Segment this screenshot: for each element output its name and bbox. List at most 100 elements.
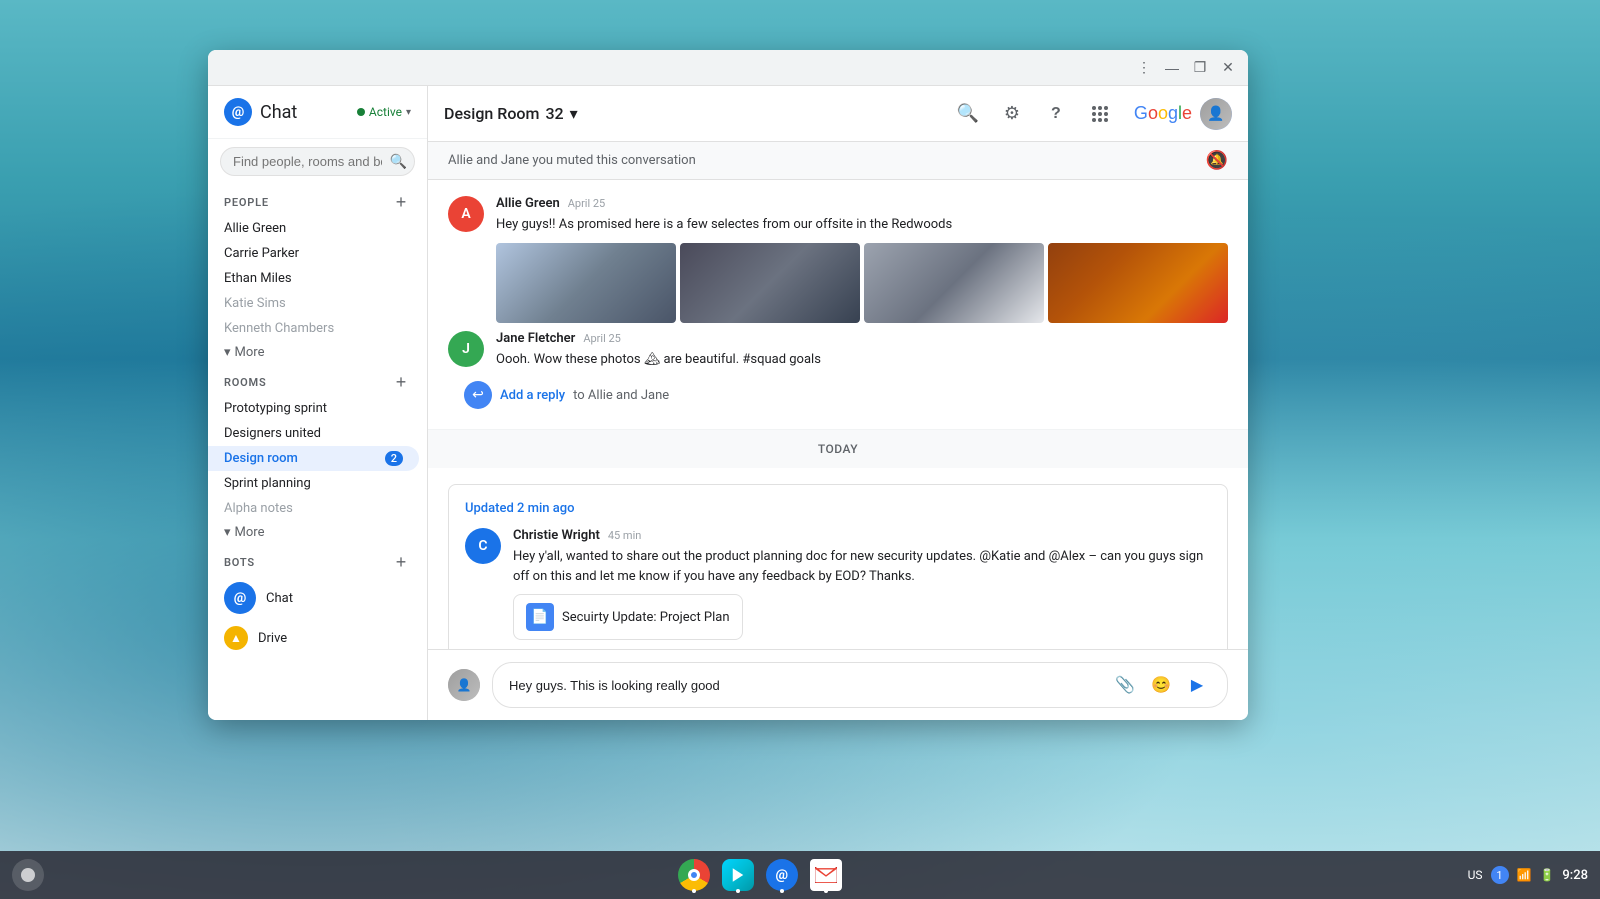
message-row-christie: C Christie Wright 45 min Hey y'all, want… xyxy=(465,528,1211,640)
close-button[interactable]: ✕ xyxy=(1216,56,1240,80)
reply-row: ↩ Add a reply to Allie and Jane xyxy=(448,377,1228,413)
sidebar-item-katie-sims[interactable]: Katie Sims xyxy=(208,291,419,316)
emoji-button[interactable]: 😊 xyxy=(1147,671,1175,699)
rooms-more-button[interactable]: ▾ More xyxy=(208,521,427,544)
taskbar-play-store[interactable] xyxy=(718,855,758,895)
app-indicator xyxy=(780,889,784,893)
taskbar-gmail[interactable] xyxy=(806,855,846,895)
help-button[interactable]: ? xyxy=(1038,96,1074,132)
sidebar-item-carrie-parker[interactable]: Carrie Parker xyxy=(208,241,419,266)
avatar-allie: A xyxy=(448,196,484,232)
people-section-title: PEOPLE xyxy=(224,196,269,209)
person-name: Allie Green xyxy=(224,221,286,236)
sidebar-item-sprint-planning[interactable]: Sprint planning xyxy=(208,471,419,496)
muted-text: Allie and Jane you muted this conversati… xyxy=(448,153,696,168)
chat-bot-icon: @ xyxy=(224,582,256,614)
app-window: ⋮ — ❐ ✕ @ Chat Active ▾ 🔍 xyxy=(208,50,1248,720)
sidebar-item-ethan-miles[interactable]: Ethan Miles xyxy=(208,266,419,291)
msg-header: Jane Fletcher April 25 xyxy=(496,331,1228,346)
sidebar-item-designers-united[interactable]: Designers united xyxy=(208,421,419,446)
taskbar-time: 9:28 xyxy=(1562,868,1588,883)
google-brand: Google xyxy=(1134,103,1192,124)
bots-section-title: BOTS xyxy=(224,556,255,569)
rooms-more-label: More xyxy=(235,525,265,540)
sidebar-item-chat-bot[interactable]: @ Chat xyxy=(208,576,427,620)
sidebar-app-title: Chat xyxy=(260,102,297,123)
person-name: Ethan Miles xyxy=(224,271,292,286)
sidebar-item-allie-green[interactable]: Allie Green xyxy=(208,216,419,241)
wifi-icon: 📶 xyxy=(1517,868,1532,882)
message-thread-old: A Allie Green April 25 Hey guys!! As pro… xyxy=(428,180,1248,430)
date-label: TODAY xyxy=(818,442,858,456)
attach-button[interactable]: 📎 xyxy=(1111,671,1139,699)
reply-to-label: to Allie and Jane xyxy=(573,388,669,403)
people-more-button[interactable]: ▾ More xyxy=(208,341,427,364)
sidebar-item-alpha-notes[interactable]: Alpha notes xyxy=(208,496,419,521)
search-button[interactable]: 🔍 xyxy=(950,96,986,132)
message-row-jane: J Jane Fletcher April 25 Oooh. Wow these… xyxy=(448,331,1228,370)
add-room-button[interactable]: + xyxy=(391,372,411,392)
msg-author: Christie Wright xyxy=(513,528,600,543)
room-name: Prototyping sprint xyxy=(224,401,327,416)
sidebar-item-drive-bot[interactable]: ▲ Drive xyxy=(208,620,427,656)
doc-name: Secuirty Update: Project Plan xyxy=(562,610,730,625)
settings-button[interactable]: ⚙ xyxy=(994,96,1030,132)
chevron-down-icon: ▾ xyxy=(224,525,231,540)
msg-author: Allie Green xyxy=(496,196,560,211)
launcher-button[interactable] xyxy=(12,859,44,891)
app-indicator xyxy=(692,889,696,893)
sidebar-item-prototyping-sprint[interactable]: Prototyping sprint xyxy=(208,396,419,421)
person-name: Carrie Parker xyxy=(224,246,299,261)
doc-icon: 📄 xyxy=(526,603,554,631)
title-bar: ⋮ — ❐ ✕ xyxy=(208,50,1248,86)
msg-header: Christie Wright 45 min xyxy=(513,528,1211,543)
photo-item-1[interactable] xyxy=(496,243,676,323)
search-icon: 🔍 xyxy=(390,154,407,170)
user-avatar[interactable]: 👤 xyxy=(1200,98,1232,130)
gmail-icon xyxy=(810,859,842,891)
grid-icon xyxy=(1092,106,1108,122)
member-count: 32 xyxy=(545,104,563,123)
chevron-down-icon: ▾ xyxy=(570,104,578,123)
sidebar-item-kenneth-chambers[interactable]: Kenneth Chambers xyxy=(208,316,419,341)
muted-notice: Allie and Jane you muted this conversati… xyxy=(428,142,1248,180)
msg-time: April 25 xyxy=(583,332,621,345)
chat-input[interactable] xyxy=(509,678,1111,693)
doc-attachment[interactable]: 📄 Secuirty Update: Project Plan xyxy=(513,594,743,640)
photo-item-2[interactable] xyxy=(680,243,860,323)
active-status[interactable]: Active ▾ xyxy=(357,105,411,119)
apps-button[interactable] xyxy=(1082,96,1118,132)
chat-header: Design Room 32 ▾ 🔍 ⚙ ? xyxy=(428,86,1248,142)
sidebar-header: @ Chat Active ▾ xyxy=(208,86,427,139)
app-body: @ Chat Active ▾ 🔍 PEOPLE + Allie Green xyxy=(208,86,1248,720)
taskbar-chat[interactable]: @ xyxy=(762,855,802,895)
bots-section-header: BOTS + xyxy=(208,544,427,576)
room-name: Alpha notes xyxy=(224,501,293,516)
chat-room-name[interactable]: Design Room 32 ▾ xyxy=(444,104,578,123)
photo-item-4[interactable] xyxy=(1048,243,1228,323)
photo-item-3[interactable] xyxy=(864,243,1044,323)
taskbar-chrome[interactable] xyxy=(674,855,714,895)
search-input[interactable] xyxy=(220,147,415,176)
msg-content-jane: Jane Fletcher April 25 Oooh. Wow these p… xyxy=(496,331,1228,370)
add-person-button[interactable]: + xyxy=(391,192,411,212)
msg-content-christie: Christie Wright 45 min Hey y'all, wanted… xyxy=(513,528,1211,640)
reply-icon: ↩ xyxy=(464,381,492,409)
bot-name: Drive xyxy=(258,631,287,646)
msg-time: April 25 xyxy=(568,197,606,210)
sidebar-item-design-room[interactable]: Design room 2 xyxy=(208,446,419,471)
more-options-button[interactable]: ⋮ xyxy=(1132,56,1156,80)
photo-grid xyxy=(496,243,1228,323)
maximize-button[interactable]: ❐ xyxy=(1188,56,1212,80)
add-bot-button[interactable]: + xyxy=(391,552,411,572)
send-button[interactable]: ▶ xyxy=(1183,671,1211,699)
sidebar: @ Chat Active ▾ 🔍 PEOPLE + Allie Green xyxy=(208,86,428,720)
header-icons: 🔍 ⚙ ? Google 👤 xyxy=(950,96,1232,132)
minimize-button[interactable]: — xyxy=(1160,56,1184,80)
date-divider: TODAY xyxy=(428,430,1248,468)
mute-icon[interactable]: 🔕 xyxy=(1206,150,1228,171)
taskbar-apps: @ xyxy=(674,855,846,895)
active-label: Active xyxy=(369,105,402,119)
add-reply-button[interactable]: Add a reply xyxy=(500,388,565,403)
app-indicator xyxy=(824,889,828,893)
